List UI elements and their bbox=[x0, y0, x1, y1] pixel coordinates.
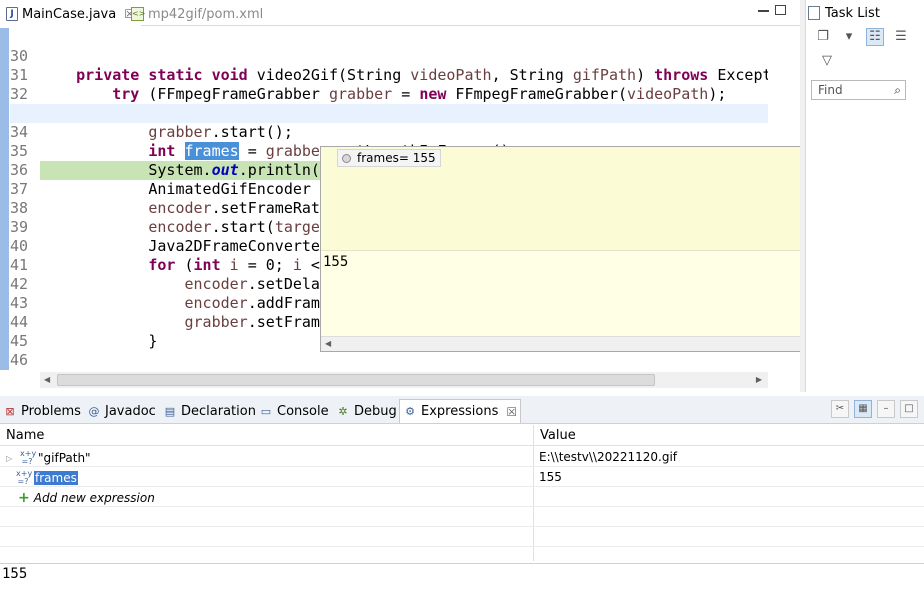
column-header-value[interactable]: Value bbox=[540, 428, 576, 443]
expand-arrow-icon[interactable]: ▷ bbox=[6, 454, 16, 463]
add-icon: + bbox=[18, 490, 30, 506]
tab-label: Expressions bbox=[421, 404, 499, 419]
tab-label: MainCase.java bbox=[22, 6, 117, 22]
scrollbar-thumb[interactable] bbox=[57, 374, 655, 386]
categorized-icon[interactable]: ☷ bbox=[866, 28, 884, 46]
find-placeholder: Find bbox=[818, 83, 843, 97]
scheduled-icon[interactable]: ☰ bbox=[892, 28, 910, 46]
code-line: 47 } bbox=[10, 351, 768, 370]
problems-icon: ⊠ bbox=[5, 404, 15, 418]
tab-label: Console bbox=[277, 403, 329, 419]
minimize-icon[interactable] bbox=[758, 5, 769, 12]
tab-label: Debug bbox=[354, 403, 397, 419]
expression-name: frames bbox=[34, 471, 78, 485]
expression-value: E:\\testv\\20221120.gif bbox=[539, 450, 678, 464]
javadoc-icon: @ bbox=[88, 404, 100, 418]
code-line-breakpoint: 35 System.out.println(frames); bbox=[10, 123, 768, 180]
maximize-icon[interactable]: □ bbox=[900, 400, 918, 418]
view-toolbar: ✂ ▦ – □ bbox=[831, 400, 918, 418]
remove-all-icon[interactable]: ✂ bbox=[831, 400, 849, 418]
task-list-view: Task List ❐ ▾ ☷ ☰ ▽ Find ⌕ bbox=[805, 0, 924, 392]
bottom-view-tab-bar: ⊠ Problems @ Javadoc ▤ Declaration ▭ Con… bbox=[0, 396, 924, 424]
task-list-toolbar: ❐ ▾ ☷ ☰ bbox=[814, 28, 910, 46]
tab-task-list[interactable]: Task List bbox=[808, 2, 880, 24]
scroll-right-icon[interactable]: ▶ bbox=[756, 375, 762, 384]
scroll-left-icon[interactable]: ◀ bbox=[44, 375, 50, 384]
code-line: 32 FileOutputStream targetFile = new Fil… bbox=[10, 66, 768, 122]
add-expression-row[interactable]: + Add new expression bbox=[0, 487, 924, 507]
expression-name-cell: x+y =? frames bbox=[16, 470, 78, 486]
hover-header-text: frames= 155 bbox=[357, 151, 436, 165]
overview-ruler bbox=[0, 28, 9, 370]
watch-expression-icon: x+y =? bbox=[16, 469, 33, 486]
code-line-current: 34 int frames = grabber.getLengthInFrame… bbox=[10, 104, 768, 160]
code-line: 31 try (FFmpegFrameGrabber grabber = new… bbox=[10, 47, 768, 103]
editor-horizontal-scrollbar[interactable]: ◀ ▶ bbox=[40, 372, 768, 388]
view-menu-icon[interactable]: ▽ bbox=[818, 52, 836, 70]
tab-label: mp42gif/pom.xml bbox=[148, 6, 264, 22]
expression-value: 155 bbox=[539, 470, 562, 484]
chevron-down-icon[interactable]: ▾ bbox=[840, 28, 858, 46]
tab-console[interactable]: ▭ Console bbox=[256, 399, 332, 423]
column-header-name[interactable]: Name bbox=[6, 428, 44, 443]
detail-pane[interactable]: 155 bbox=[0, 563, 924, 595]
hover-variable-label[interactable]: frames= 155 bbox=[337, 149, 441, 167]
tab-maincase-java[interactable]: J MainCase.java ☒ bbox=[0, 2, 141, 26]
editor-tab-bar: J MainCase.java ☒ <> mp42gif/pom.xml bbox=[0, 0, 800, 26]
debug-icon: ✲ bbox=[338, 404, 348, 418]
code-line: 30 private static void video2Gif(String … bbox=[10, 28, 768, 84]
layout-icon[interactable]: ▦ bbox=[854, 400, 872, 418]
declaration-icon: ▤ bbox=[164, 404, 176, 418]
tab-declaration[interactable]: ▤ Declaration bbox=[160, 399, 259, 423]
detail-output-text: 155 bbox=[2, 566, 28, 582]
table-header: Name Value bbox=[0, 425, 924, 446]
new-task-icon[interactable]: ❐ bbox=[814, 28, 832, 46]
tab-label: Problems bbox=[21, 403, 81, 419]
search-icon[interactable]: ⌕ bbox=[894, 83, 901, 98]
scroll-left-icon[interactable]: ◀ bbox=[325, 339, 331, 348]
maximize-icon[interactable] bbox=[775, 5, 786, 15]
tab-javadoc[interactable]: @ Javadoc bbox=[84, 399, 159, 423]
console-icon: ▭ bbox=[260, 404, 272, 418]
table-row[interactable]: ▷ x+y =? "gifPath" E:\\testv\\20221120.gi… bbox=[0, 447, 924, 467]
minimize-icon[interactable]: – bbox=[877, 400, 895, 418]
table-row[interactable]: x+y =? frames 155 bbox=[0, 467, 924, 487]
empty-row bbox=[0, 507, 924, 527]
tab-label: Javadoc bbox=[105, 403, 156, 419]
watch-expression-icon: x+y =? bbox=[20, 449, 37, 466]
expression-name: "gifPath" bbox=[38, 451, 91, 465]
tab-expressions[interactable]: ⚙ Expressions ☒ bbox=[399, 399, 522, 423]
expression-name-cell: ▷ x+y =? "gifPath" bbox=[6, 450, 91, 466]
empty-row bbox=[0, 527, 924, 547]
tab-label: Task List bbox=[825, 5, 880, 21]
close-icon[interactable]: ☒ bbox=[506, 405, 517, 419]
code-line: 33 grabber.start(); bbox=[10, 85, 768, 141]
expressions-table[interactable]: Name Value ▷ x+y =? "gifPath" E:\\testv\\… bbox=[0, 425, 924, 567]
task-find-input[interactable]: Find ⌕ bbox=[811, 80, 906, 100]
tab-problems[interactable]: ⊠ Problems bbox=[0, 399, 84, 423]
tab-debug[interactable]: ✲ Debug bbox=[333, 399, 400, 423]
add-expression-cell: + Add new expression bbox=[18, 490, 155, 506]
java-file-icon: J bbox=[6, 7, 18, 21]
expressions-icon: ⚙ bbox=[405, 405, 415, 418]
local-variable-icon bbox=[342, 153, 351, 163]
add-expression-label: Add new expression bbox=[33, 491, 155, 505]
task-list-icon bbox=[808, 6, 820, 20]
tab-label: Declaration bbox=[181, 403, 256, 419]
tab-pom-xml[interactable]: <> mp42gif/pom.xml bbox=[125, 2, 269, 26]
xml-file-icon: <> bbox=[131, 7, 145, 21]
